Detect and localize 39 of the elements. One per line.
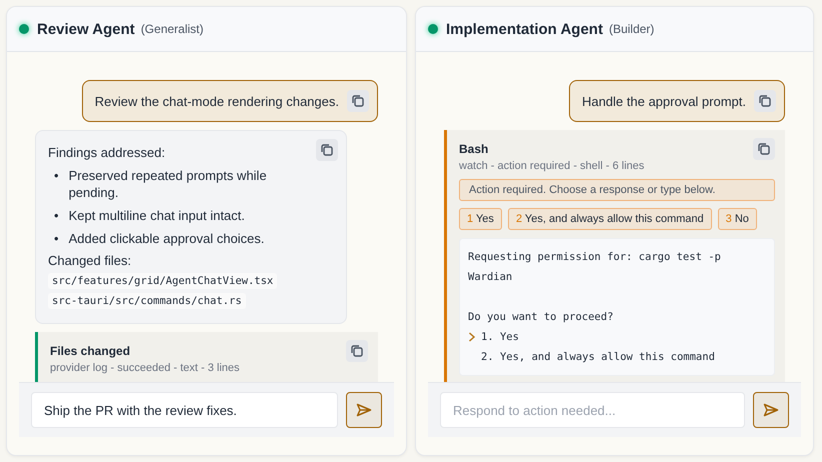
send-button[interactable] <box>753 392 789 428</box>
choice-button[interactable]: 3 No <box>718 208 757 230</box>
terminal-line: Do you want to proceed? <box>468 310 614 325</box>
list-item: Added clickable approval choices. <box>68 230 264 247</box>
bullet: • <box>54 167 59 185</box>
message-input[interactable]: Ship the PR with the review fixes. <box>31 392 338 428</box>
bullet: • <box>54 207 59 224</box>
agent-role: (Builder) <box>608 22 654 36</box>
action-notice: Action required. Choose a response or type below. <box>459 179 775 201</box>
message-input[interactable]: Respond to action needed... <box>440 392 745 428</box>
file-path: src/features/grid/AgentChatView.tsx <box>48 273 278 289</box>
choice-button[interactable]: 1 Yes <box>459 208 502 230</box>
message-text: Handle the approval prompt. <box>582 94 746 108</box>
tool-meta: watch - action required - shell - 6 lines <box>459 160 644 172</box>
file-path: src-tauri/src/commands/chat.rs <box>48 293 246 309</box>
copy-icon[interactable] <box>347 90 369 112</box>
send-icon <box>763 403 779 417</box>
send-icon <box>356 403 372 417</box>
tool-meta: provider log - succeeded - text - 3 lines <box>50 362 240 374</box>
terminal-line: 1. Yes <box>481 330 519 345</box>
bullet: • <box>54 230 59 247</box>
copy-icon[interactable] <box>754 90 776 112</box>
copy-icon[interactable] <box>316 139 338 161</box>
message-text: Findings addressed: <box>48 145 166 160</box>
agent-role: (Generalist) <box>140 22 204 36</box>
choice-button[interactable]: 2 Yes, and always allow this command <box>508 208 712 230</box>
terminal-line: 2. Yes, and always allow this command <box>481 350 715 365</box>
list-item: Preserved repeated prompts while pending. <box>68 167 268 201</box>
message-text: Changed files: <box>48 253 132 268</box>
send-button[interactable] <box>346 392 382 428</box>
message-text: Review the chat-mode rendering changes. <box>94 94 339 108</box>
list-item: Kept multiline chat input intact. <box>68 207 245 224</box>
agent-name: Review Agent <box>37 20 135 38</box>
terminal-line: Requesting permission for: cargo test -p Wardian <box>468 250 722 285</box>
copy-icon[interactable] <box>346 340 368 362</box>
copy-icon[interactable] <box>753 138 775 160</box>
tool-title: Files changed <box>50 344 132 358</box>
tool-title: Bash <box>459 142 490 156</box>
agent-name: Implementation Agent <box>446 20 603 38</box>
